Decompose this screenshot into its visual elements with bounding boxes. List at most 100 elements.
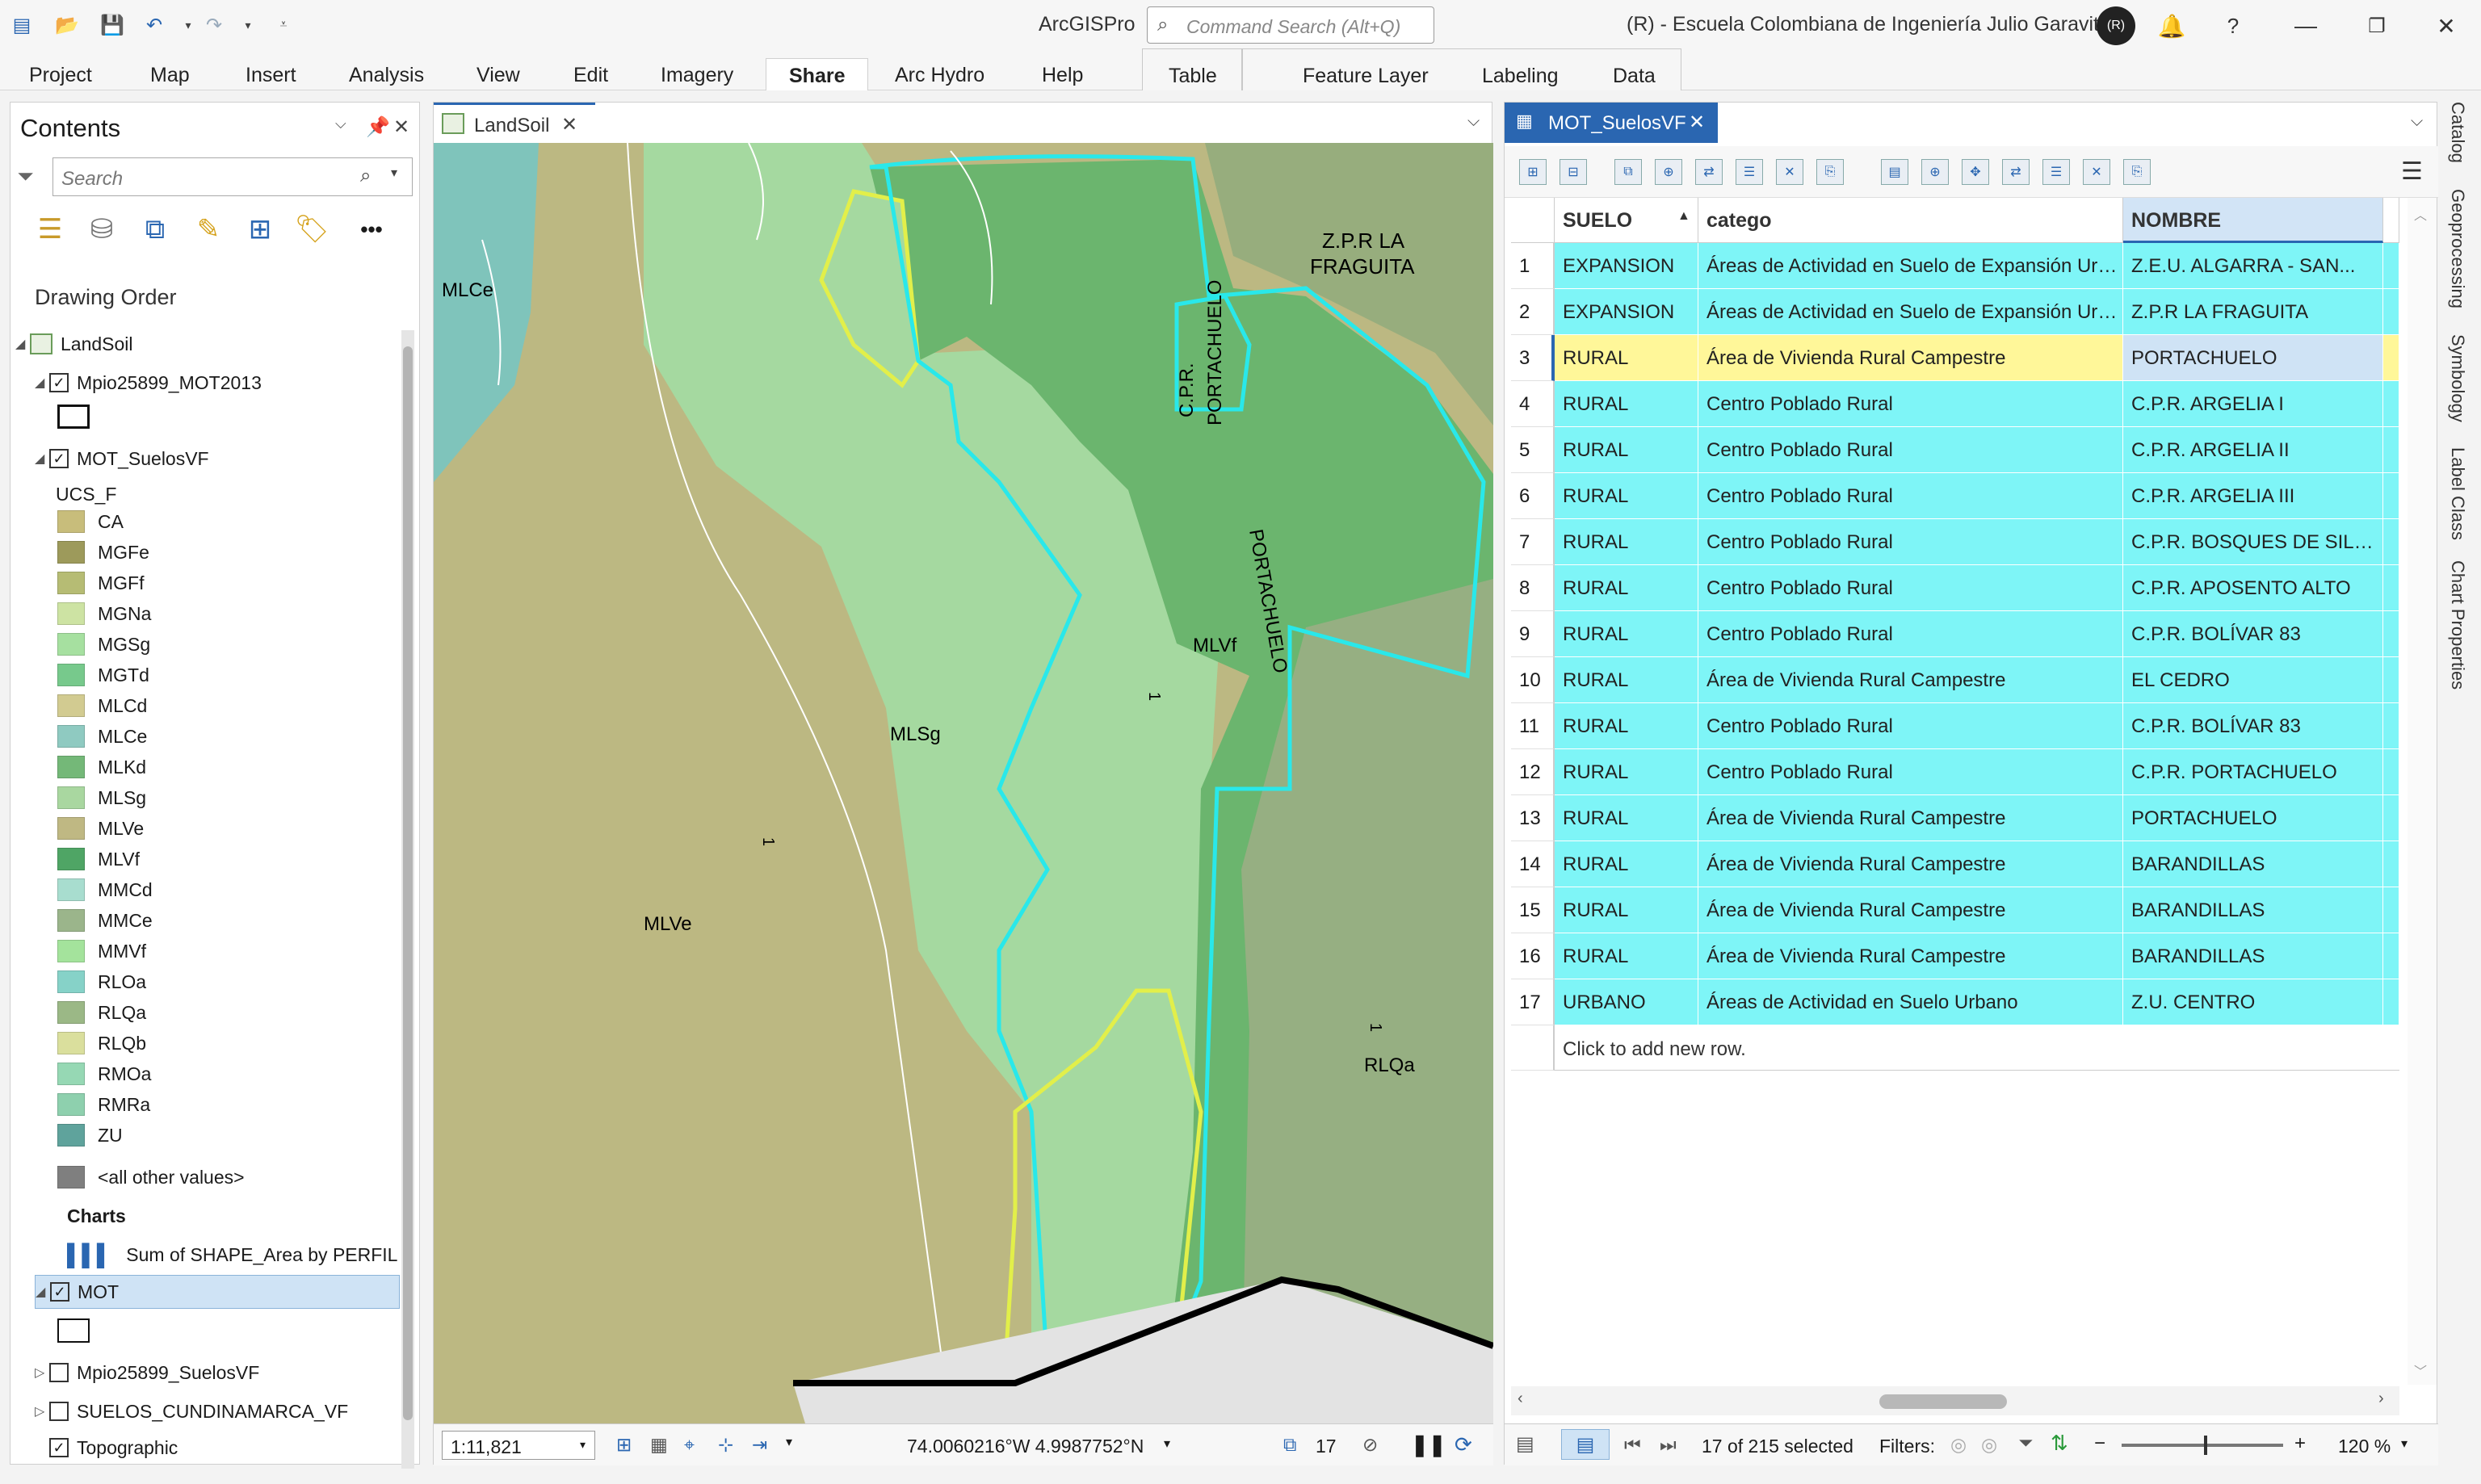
cell-overflow[interactable] [2383, 427, 2399, 473]
tab-view[interactable]: View [476, 58, 520, 90]
pause-drawing-icon[interactable]: ❚❚ [1411, 1432, 1446, 1457]
cell-catego[interactable]: Área de Vivienda Rural Campestre [1698, 887, 2123, 933]
cell-overflow[interactable] [2383, 933, 2399, 979]
cell-catego[interactable]: Centro Poblado Rural [1698, 611, 2123, 657]
pan-to-highlighted-icon[interactable]: ✥ [1962, 159, 1989, 185]
column-header-catego[interactable]: catego [1698, 198, 2123, 243]
tab-feature-layer[interactable]: Feature Layer [1303, 59, 1429, 91]
minimize-icon[interactable]: — [2286, 6, 2326, 45]
table-horizontal-scrollbar[interactable]: ‹ › [1511, 1386, 2399, 1415]
collapse-icon[interactable]: ◢ [35, 451, 49, 467]
redo-icon[interactable]: ↷ [200, 11, 228, 39]
legend-item[interactable]: RLOa [57, 966, 146, 997]
cell-suelo[interactable]: RURAL [1555, 703, 1698, 749]
row-number[interactable]: 15 [1511, 887, 1555, 933]
list-by-drawing-order-icon[interactable]: ☰ [31, 211, 69, 248]
cell-nombre[interactable]: BARANDILLAS [2123, 887, 2383, 933]
close-tab-icon[interactable]: ✕ [1689, 111, 1705, 134]
row-number[interactable]: 11 [1511, 703, 1555, 749]
account-name[interactable]: (R) - Escuela Colombiana de Ingeniería J… [1627, 13, 2110, 36]
cell-nombre[interactable]: BARANDILLAS [2123, 933, 2383, 979]
show-selected-records-icon[interactable]: ▤ [1561, 1429, 1610, 1460]
scroll-down-icon[interactable]: ﹀ [2414, 1360, 2427, 1380]
legend-item[interactable]: MGTd [57, 660, 149, 690]
side-tab-symbology[interactable]: Symbology [2447, 334, 2468, 422]
legend-item[interactable]: MLVf [57, 844, 140, 874]
column-header-nombre[interactable]: NOMBRE [2123, 198, 2383, 243]
list-by-source-icon[interactable]: ⛁ [83, 211, 120, 248]
last-record-icon[interactable]: ⏭ [1660, 1434, 1677, 1456]
side-tab-geoprocessing[interactable]: Geoprocessing [2447, 189, 2468, 308]
contents-search-input[interactable]: Search ⌕ ▾ [52, 157, 413, 196]
command-search-input[interactable]: ⌕ Command Search (Alt+Q) [1147, 6, 1434, 44]
selected-features-icon[interactable]: ⧉ [1283, 1434, 1296, 1456]
avatar[interactable]: (R) [2097, 6, 2135, 45]
map-scale-input[interactable]: 1:11,821 ▾ [442, 1431, 595, 1460]
cell-catego[interactable]: Áreas de Actividad en Suelo Urbano [1698, 979, 2123, 1025]
tree-layer-mot[interactable]: ◢ ✓ MOT [35, 1275, 400, 1309]
legend-item[interactable]: MLKd [57, 752, 146, 782]
cell-overflow[interactable] [2383, 565, 2399, 611]
row-number[interactable]: 17 [1511, 979, 1555, 1025]
legend-other-values[interactable]: <all other values> [57, 1160, 245, 1194]
tab-insert[interactable]: Insert [246, 58, 296, 90]
zoom-out-icon[interactable]: − [2094, 1432, 2105, 1455]
cell-nombre[interactable]: Z.U. CENTRO [2123, 979, 2383, 1025]
chevron-down-icon[interactable]: ⌵ [2411, 112, 2423, 131]
list-by-snapping-icon[interactable]: ⊞ [241, 211, 279, 248]
row-number[interactable]: 7 [1511, 519, 1555, 565]
cell-nombre[interactable]: C.P.R. APOSENTO ALTO [2123, 565, 2383, 611]
undo-icon[interactable]: ↶ [141, 11, 168, 39]
tree-layer-suelos-cund[interactable]: ▷ SUELOS_CUNDINAMARCA_VF [35, 1394, 348, 1428]
save-project-icon[interactable]: 💾 [99, 11, 126, 39]
cell-nombre[interactable]: BARANDILLAS [2123, 841, 2383, 887]
row-number[interactable]: 5 [1511, 427, 1555, 473]
legend-item[interactable]: MGNa [57, 598, 151, 629]
pin-icon[interactable]: 📌 [366, 115, 390, 139]
tab-share[interactable]: Share [766, 58, 869, 90]
tab-labeling[interactable]: Labeling [1482, 59, 1559, 91]
cell-nombre[interactable]: Z.E.U. ALGARRA - SAN... [2123, 243, 2383, 289]
legend-item[interactable]: ZU [57, 1120, 123, 1151]
cell-nombre[interactable]: C.P.R. BOSQUES DE SILE... [2123, 519, 2383, 565]
fixed-scale-icon[interactable]: ⊞ [616, 1434, 632, 1456]
layer-visibility-checkbox[interactable] [49, 1363, 69, 1382]
cell-nombre[interactable]: C.P.R. BOLÍVAR 83 [2123, 611, 2383, 657]
legend-item[interactable]: MMVf [57, 936, 146, 966]
cell-nombre[interactable]: PORTACHUELO [2123, 335, 2383, 381]
tab-imagery[interactable]: Imagery [661, 58, 733, 90]
cell-nombre[interactable]: C.P.R. ARGELIA I [2123, 381, 2383, 427]
cell-catego[interactable]: Centro Poblado Rural [1698, 427, 2123, 473]
sort-icon[interactable]: ⇅ [2051, 1431, 2068, 1456]
contents-scrollbar[interactable] [401, 330, 414, 1469]
cell-suelo[interactable]: RURAL [1555, 565, 1698, 611]
clear-selection-icon[interactable]: ☰ [1736, 159, 1763, 185]
zoom-to-highlighted-icon[interactable]: ⊕ [1921, 159, 1949, 185]
legend-item[interactable]: MLCd [57, 690, 147, 721]
cell-suelo[interactable]: RURAL [1555, 795, 1698, 841]
show-all-records-icon[interactable]: ▤ [1516, 1432, 1534, 1456]
filter-icon[interactable]: ⏷ [17, 164, 34, 190]
cell-catego[interactable]: Área de Vivienda Rural Campestre [1698, 657, 2123, 703]
cell-suelo[interactable]: RURAL [1555, 335, 1698, 381]
cell-suelo[interactable]: RURAL [1555, 887, 1698, 933]
cell-overflow[interactable] [2383, 703, 2399, 749]
tree-layer-mot2013[interactable]: ◢ ✓ Mpio25899_MOT2013 [35, 366, 262, 400]
new-project-icon[interactable]: ▤ [8, 11, 36, 39]
row-number[interactable]: 3 [1511, 335, 1555, 381]
scroll-right-icon[interactable]: › [2378, 1390, 2384, 1408]
chevron-down-icon[interactable]: ▾ [786, 1434, 792, 1450]
switch-highlighted-icon[interactable]: ⇄ [2002, 159, 2030, 185]
legend-item[interactable]: MGSg [57, 629, 150, 660]
zoom-in-icon[interactable]: + [2294, 1432, 2306, 1455]
map-svg[interactable]: MLCe Z.P.R LA FRAGUITA C.P.R. PORTACHUEL… [434, 143, 1493, 1423]
scrollbar-thumb[interactable] [403, 346, 413, 1420]
cell-suelo[interactable]: URBANO [1555, 979, 1698, 1025]
cell-overflow[interactable] [2383, 519, 2399, 565]
constraints-icon[interactable]: ⊹ [718, 1434, 733, 1456]
list-by-editing-icon[interactable]: ✎ [190, 211, 227, 248]
add-row-prompt[interactable]: Click to add new row. [1555, 1025, 2399, 1071]
legend-item[interactable]: MLCe [57, 721, 147, 752]
tab-project[interactable]: Project [29, 58, 92, 90]
tree-map-landsoil[interactable]: ◢ LandSoil [15, 327, 133, 361]
